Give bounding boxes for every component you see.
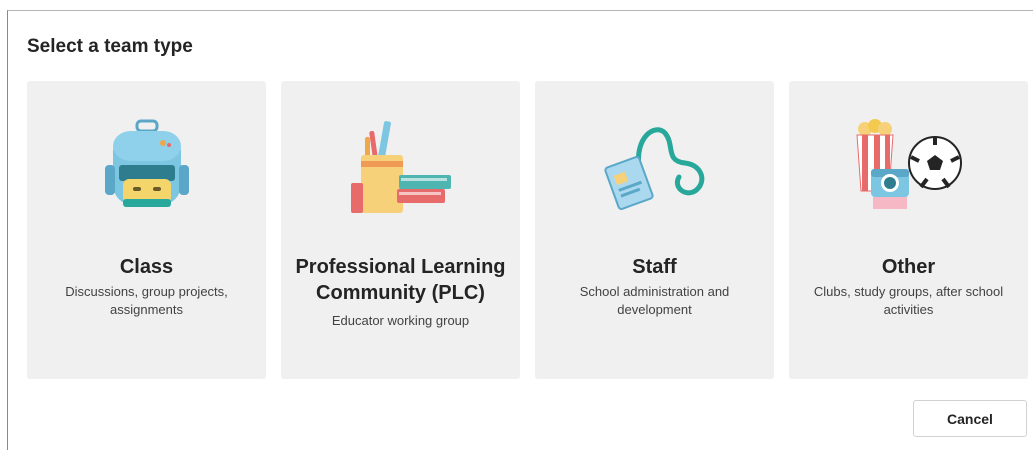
card-description: Educator working group [331, 313, 470, 328]
card-title: Other [881, 256, 936, 278]
card-description: Discussions, group projects, assignments [65, 284, 228, 317]
team-type-card-class[interactable]: Class Discussions, group projects, assig… [27, 81, 266, 379]
team-type-card-plc[interactable]: Professional Learning Community (PLC) Ed… [281, 81, 520, 379]
dialog-title: Select a team type [27, 36, 193, 57]
card-description: Clubs, study groups, after school activi… [813, 284, 1004, 317]
books-pencils-icon [351, 121, 451, 213]
popcorn-ball-camera-icon [856, 119, 962, 209]
select-team-type-dialog: Select a team type Class Discussions, gr… [7, 10, 1033, 450]
team-type-card-staff[interactable]: Staff School administration and developm… [535, 81, 774, 379]
card-description: School administration and development [579, 284, 730, 317]
cancel-button[interactable]: Cancel [913, 400, 1027, 437]
card-title: Class [119, 256, 174, 278]
backpack-icon [105, 119, 189, 207]
lanyard-badge-icon [604, 127, 705, 210]
card-title: Staff [632, 256, 677, 278]
card-title: Professional Learning Community (PLC) [295, 256, 506, 304]
team-type-card-other[interactable]: Other Clubs, study groups, after school … [789, 81, 1028, 379]
